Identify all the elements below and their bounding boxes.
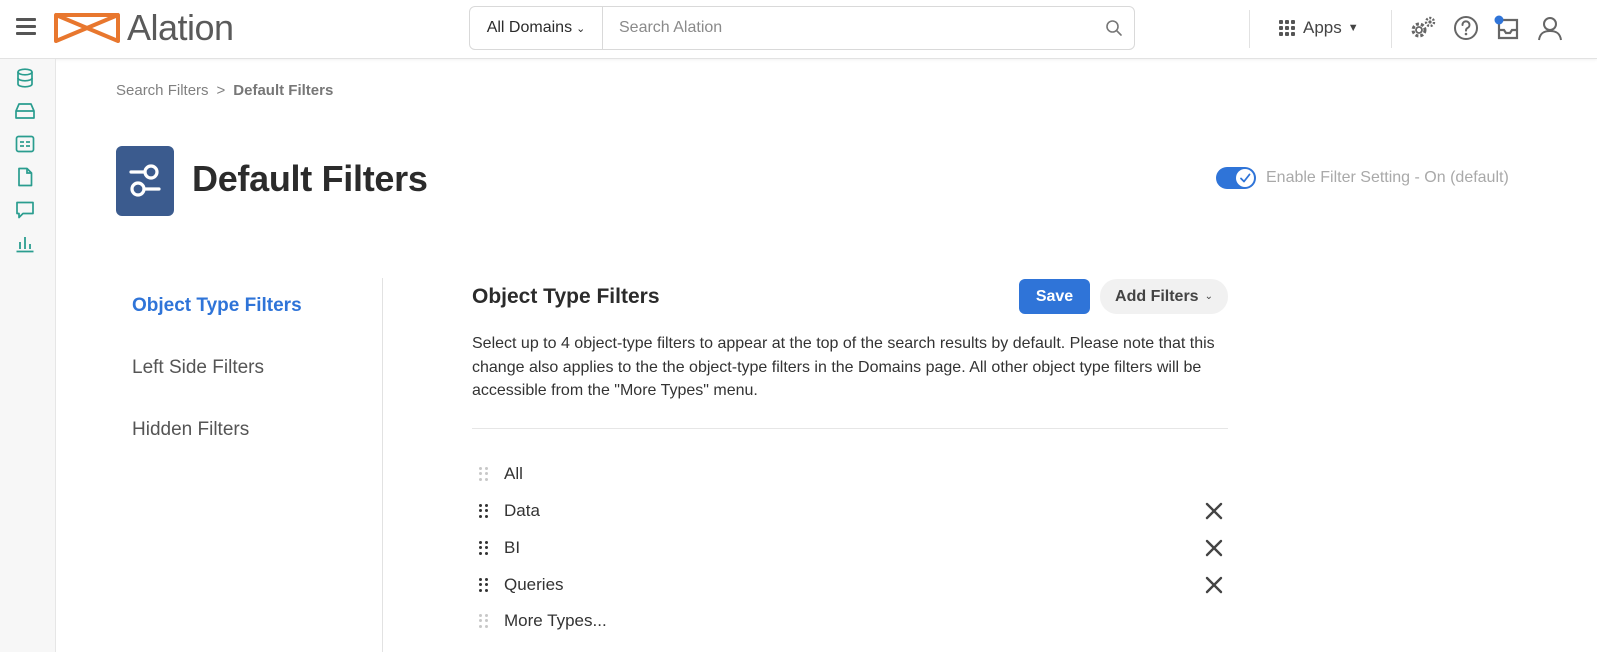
nav-item-left-side-filters[interactable]: Left Side Filters [132,357,264,379]
domain-select[interactable]: All Domains ⌄ [470,7,603,49]
filter-label: All [504,464,523,483]
section-title: Object Type Filters [472,285,660,308]
conversation-icon[interactable] [14,199,36,221]
add-filters-button[interactable]: Add Filters ⌄ [1100,279,1228,314]
chevron-down-icon: ⌄ [576,22,586,35]
drag-handle-icon[interactable] [479,504,489,518]
section-description: Select up to 4 object-type filters to ap… [472,335,1215,399]
drag-handle-icon [479,614,489,628]
drag-handle-icon[interactable] [479,578,489,592]
breadcrumb-separator: > [216,82,226,99]
search-input[interactable] [603,7,1094,49]
top-bar: Alation All Domains ⌄ Apps ▼ [0,0,1597,59]
document-icon[interactable] [14,166,36,188]
alation-logo[interactable]: Alation [53,10,234,46]
filter-label: Queries [504,575,564,594]
alation-logo-mark [54,13,120,43]
nav-item-object-type-filters[interactable]: Object Type Filters [132,295,302,317]
add-filters-label: Add Filters [1115,287,1199,305]
divider [1391,10,1392,48]
user-icon[interactable] [1535,13,1565,43]
toggle-label: Enable Filter Setting - On (default) [1266,169,1509,186]
filter-row: Data [472,496,1228,526]
close-icon[interactable] [1204,538,1224,558]
filter-label: BI [504,538,521,557]
filter-setting-toggle[interactable] [1216,167,1256,189]
drag-handle-icon[interactable] [479,541,489,555]
filter-row: BI [472,533,1228,563]
divider [382,278,383,652]
divider [1249,10,1250,48]
catalog-list-icon[interactable] [14,133,36,155]
bar-chart-icon[interactable] [14,232,36,254]
logo-text: Alation [127,7,234,48]
filter-row: Queries [472,570,1228,600]
breadcrumb: Search Filters > Default Filters [116,82,333,99]
filter-settings-icon [116,146,174,216]
storage-drive-icon[interactable] [14,100,36,122]
breadcrumb-parent-link[interactable]: Search Filters [116,82,209,99]
breadcrumb-current: Default Filters [233,82,334,99]
divider [472,428,1228,429]
nav-item-hidden-filters[interactable]: Hidden Filters [132,419,249,441]
chevron-down-icon: ⌄ [1204,291,1213,302]
search-bar: All Domains ⌄ [469,6,1135,50]
filter-setting-toggle-group: Enable Filter Setting - On (default) [1216,167,1509,189]
database-icon[interactable] [14,67,36,89]
close-icon[interactable] [1204,575,1224,595]
filter-row: More Types... [472,606,1228,636]
save-button[interactable]: Save [1019,279,1090,314]
search-icon[interactable] [1094,19,1134,37]
apps-label: Apps [1303,18,1342,37]
apps-grid-icon [1279,20,1295,36]
filter-row: All [472,459,1228,489]
help-icon[interactable] [1451,13,1481,43]
close-icon[interactable] [1204,501,1224,521]
page-title: Default Filters [192,158,428,199]
checkmark-icon [1236,169,1254,187]
filter-label: More Types... [504,611,607,630]
hamburger-icon[interactable] [16,18,36,36]
domain-select-value: All Domains [486,19,573,36]
inbox-icon[interactable] [1493,13,1523,43]
settings-gears-icon[interactable] [1408,13,1438,43]
filter-label: Data [504,501,540,520]
caret-down-icon: ▼ [1347,22,1359,34]
drag-handle-icon [479,467,489,481]
apps-menu[interactable]: Apps ▼ [1279,16,1359,40]
left-rail [0,59,56,652]
